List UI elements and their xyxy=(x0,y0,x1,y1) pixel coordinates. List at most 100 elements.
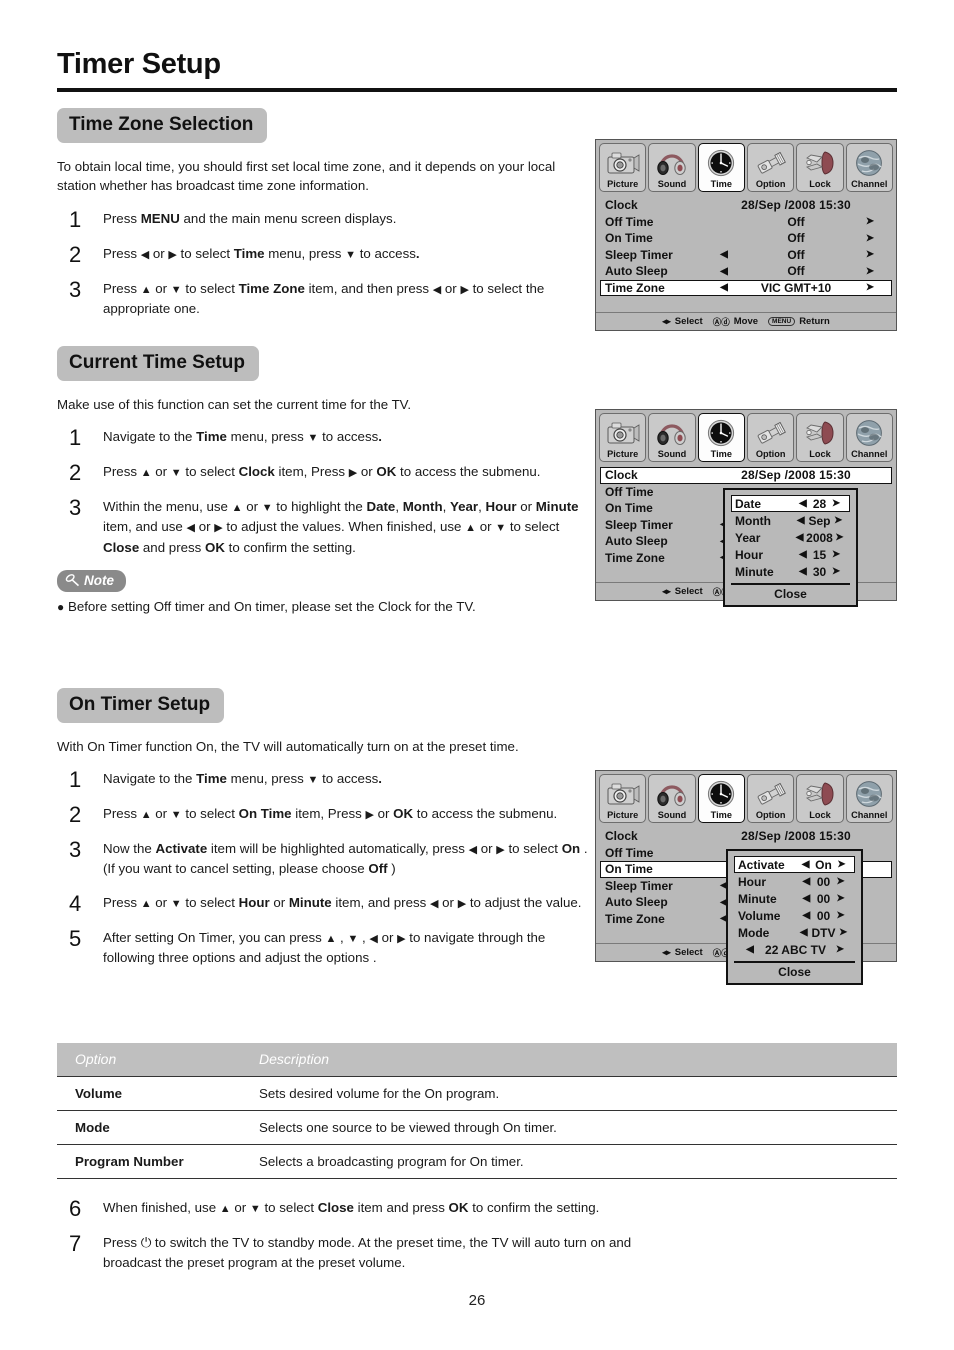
left-arrow-icon[interactable]: ◀ xyxy=(796,859,815,870)
osd-menu-item[interactable]: Auto Sleep ◀ Off ➤ xyxy=(600,263,892,280)
popup-close-button[interactable]: Close xyxy=(734,961,855,979)
osd-tab-channel[interactable]: Channel xyxy=(845,774,893,823)
popup-menu-item[interactable]: Date ◀ 28 ➤ xyxy=(731,495,850,512)
osd-tab-time[interactable]: Time xyxy=(697,774,745,823)
intro-time-zone: To obtain local time, you should first s… xyxy=(57,159,556,194)
popup-channel-item[interactable]: ◀ 22 ABC TV ➤ xyxy=(734,941,855,958)
headphones-icon xyxy=(655,416,689,449)
osd-tab-picture[interactable]: Picture xyxy=(599,774,647,823)
osd-menu-item[interactable]: Clock 28/Sep /2008 15:30 xyxy=(600,197,892,214)
right-arrow-icon[interactable]: ➤ xyxy=(836,927,852,938)
left-arrow-icon[interactable]: ◀ xyxy=(738,944,762,955)
title-divider xyxy=(57,88,897,92)
popup-menu-item[interactable]: Hour ◀ 15 ➤ xyxy=(731,546,850,563)
popup-item-label: Volume xyxy=(738,908,781,923)
left-arrow-icon[interactable]: ◀ xyxy=(793,515,808,526)
osd-item-label: Sleep Timer xyxy=(605,517,673,532)
right-arrow-icon[interactable]: ➤ xyxy=(830,893,851,904)
left-arrow-icon[interactable]: ◀ xyxy=(709,282,739,293)
left-arrow-icon[interactable]: ◀ xyxy=(796,893,817,904)
left-arrow-icon[interactable]: ◀ xyxy=(793,549,813,560)
osd-tab-option[interactable]: Option xyxy=(746,413,795,462)
left-arrow-icon[interactable]: ◀ xyxy=(796,876,817,887)
osd-tab-picture[interactable]: Picture xyxy=(599,143,647,192)
osd-tab-time[interactable]: Time xyxy=(697,413,745,462)
tool-icon xyxy=(754,416,788,449)
right-arrow-icon[interactable]: ➤ xyxy=(831,515,846,526)
popup-item-label: Activate xyxy=(738,857,785,872)
up-down-keys-icon: Ⓐⓓ xyxy=(712,316,730,327)
osd-menu-item[interactable]: Sleep Timer ◀ Off ➤ xyxy=(600,247,892,264)
osd-tab-picture[interactable]: Picture xyxy=(599,413,647,462)
osd-menu-item[interactable]: Clock 28/Sep /2008 15:30 xyxy=(600,828,892,845)
right-arrow-icon[interactable]: ➤ xyxy=(853,216,887,227)
right-arrow-icon[interactable]: ➤ xyxy=(826,549,846,560)
osd-menu-rows: Clock 28/Sep /2008 15:30 Off Time Off ➤ On Ti… xyxy=(596,194,896,296)
popup-item-value: 00 xyxy=(816,874,831,889)
right-arrow-icon[interactable]: ➤ xyxy=(826,498,846,509)
right-arrow-icon[interactable]: ➤ xyxy=(829,944,851,955)
osd-tab-sound[interactable]: Sound xyxy=(648,143,696,192)
popup-menu-item[interactable]: Volume ◀ 00 ➤ xyxy=(734,907,855,924)
left-arrow-icon[interactable]: ◀ xyxy=(709,266,739,277)
left-arrow-icon[interactable]: ◀ xyxy=(709,249,739,260)
osd-tab-label: Sound xyxy=(657,449,687,459)
column-header-option: Option xyxy=(57,1043,237,1077)
right-arrow-icon[interactable]: ➤ xyxy=(830,910,851,921)
right-arrow-icon[interactable]: ➤ xyxy=(826,566,846,577)
left-right-keys-icon: ◂▸ xyxy=(662,316,671,326)
clamp-lock-icon xyxy=(803,777,837,810)
cell-option: Program Number xyxy=(57,1144,237,1179)
popup-menu-item[interactable]: Minute ◀ 00 ➤ xyxy=(734,890,855,907)
left-arrow-icon[interactable]: ◀ xyxy=(793,532,806,543)
right-arrow-icon[interactable]: ➤ xyxy=(853,233,887,244)
right-arrow-icon[interactable]: ➤ xyxy=(830,876,851,887)
osd-menu-item[interactable]: Clock 28/Sep /2008 15:30 xyxy=(600,467,892,484)
osd-tab-sound[interactable]: Sound xyxy=(648,413,696,462)
step-number: 2 xyxy=(69,241,82,267)
popup-item-label: Hour xyxy=(735,547,763,562)
popup-item-label: Date xyxy=(735,496,762,511)
right-arrow-icon[interactable]: ➤ xyxy=(853,266,887,277)
popup-menu-item[interactable]: Minute ◀ 30 ➤ xyxy=(731,563,850,580)
popup-menu-item[interactable]: Mode ◀ DTV ➤ xyxy=(734,924,855,941)
left-arrow-icon[interactable]: ◀ xyxy=(796,927,812,938)
osd-menu-item[interactable]: On Time Off ➤ xyxy=(600,230,892,247)
osd-tab-option[interactable]: Option xyxy=(746,774,795,823)
popup-menu-item[interactable]: Activate ◀ On ➤ xyxy=(734,856,855,873)
right-arrow-icon[interactable]: ➤ xyxy=(832,859,851,870)
osd-menu-item[interactable]: Off Time Off ➤ xyxy=(600,214,892,231)
osd-item-value: 28/Sep /2008 15:30 xyxy=(741,829,851,844)
osd-tab-lock[interactable]: Lock xyxy=(796,143,844,192)
left-right-keys-icon: ◂▸ xyxy=(662,586,671,596)
popup-menu-item[interactable]: Hour ◀ 00 ➤ xyxy=(734,873,855,890)
osd-menu-item[interactable]: Time Zone ◀ VIC GMT+10 ➤ xyxy=(600,279,892,296)
pencil-icon xyxy=(65,573,80,587)
step-item: 1 Press MENU and the main menu screen di… xyxy=(57,208,582,231)
popup-menu-item[interactable]: Month ◀ Sep ➤ xyxy=(731,512,850,529)
popup-item-value: 00 xyxy=(816,891,831,906)
right-arrow-icon[interactable]: ➤ xyxy=(833,532,846,543)
osd-tab-time[interactable]: Time xyxy=(697,143,745,192)
osd-tab-sound[interactable]: Sound xyxy=(648,774,696,823)
clamp-lock-icon xyxy=(803,146,837,179)
popup-item-label: Month xyxy=(735,513,771,528)
osd-tab-lock[interactable]: Lock xyxy=(796,774,844,823)
osd-tab-channel[interactable]: Channel xyxy=(845,143,893,192)
osd-item-value: VIC GMT+10 xyxy=(760,280,832,295)
left-arrow-icon[interactable]: ◀ xyxy=(793,498,813,509)
popup-item-label: Year xyxy=(735,530,761,545)
osd-tab-lock[interactable]: Lock xyxy=(796,413,844,462)
column-header-description: Description xyxy=(237,1043,897,1077)
popup-menu-item[interactable]: Year ◀ 2008 ➤ xyxy=(731,529,850,546)
osd-tab-channel[interactable]: Channel xyxy=(845,413,893,462)
right-arrow-icon[interactable]: ➤ xyxy=(853,282,887,293)
right-arrow-icon[interactable]: ➤ xyxy=(853,249,887,260)
osd-tab-option[interactable]: Option xyxy=(746,143,795,192)
step-item: 3 Within the menu, use ▲ or ▼ to highlig… xyxy=(57,497,582,558)
left-arrow-icon[interactable]: ◀ xyxy=(793,566,813,577)
left-arrow-icon[interactable]: ◀ xyxy=(796,910,817,921)
tool-icon xyxy=(754,146,788,179)
popup-close-button[interactable]: Close xyxy=(731,583,850,601)
step-text: Press ▲ or ▼ to select Hour or Minute it… xyxy=(103,894,582,910)
